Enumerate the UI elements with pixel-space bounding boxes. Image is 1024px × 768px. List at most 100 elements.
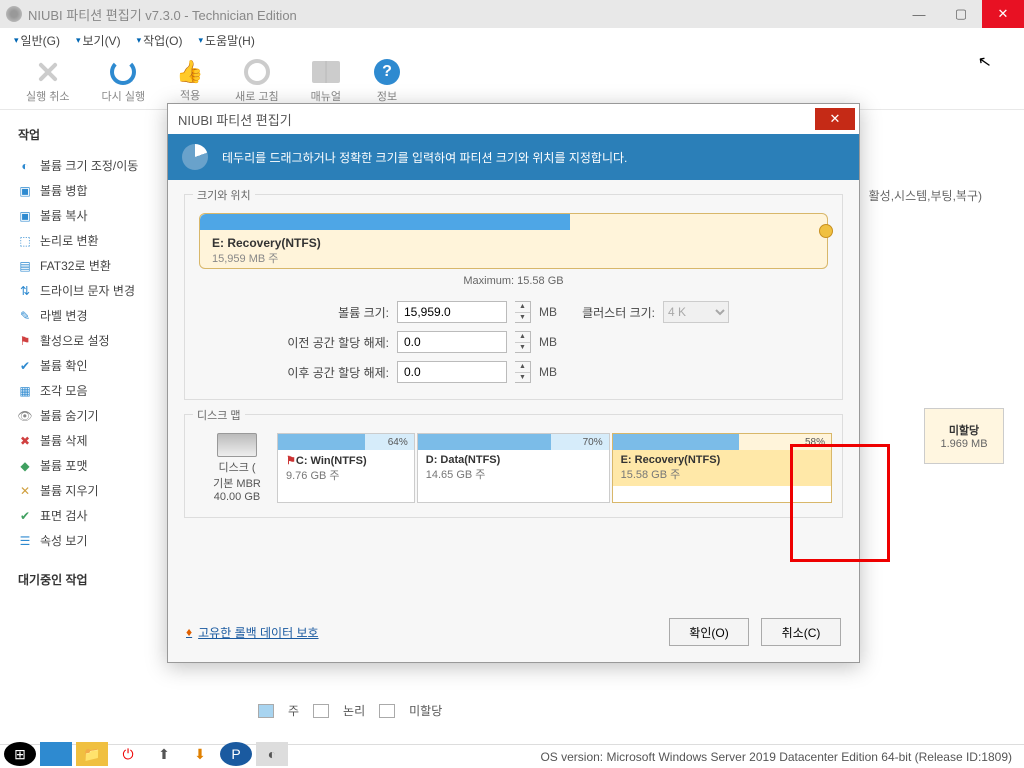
window-title: NIUBI 파티션 편집기 v7.3.0 - Technician Editio… bbox=[28, 5, 297, 24]
disk-map-partition-0[interactable]: 64%⚑C: Win(NTFS)9.76 GB 주 bbox=[277, 433, 415, 503]
sidebar-item-14[interactable]: ✔표면 검사 bbox=[18, 503, 142, 528]
sidebar-item-8[interactable]: ✔볼륨 확인 bbox=[18, 353, 142, 378]
slider-handle-right[interactable] bbox=[819, 224, 833, 238]
sidebar-icon: ☰ bbox=[18, 534, 32, 548]
manual-icon bbox=[312, 61, 340, 83]
task-icon-4[interactable]: ⬆ bbox=[148, 742, 180, 766]
task-icon-3[interactable]: ⏻ bbox=[112, 742, 144, 766]
redo-button[interactable]: 다시 실행 bbox=[102, 58, 146, 104]
dialog-close-button[interactable]: ✕ bbox=[815, 108, 855, 130]
menu-ops[interactable]: ▾작업(O) bbox=[137, 32, 183, 49]
sidebar-icon: ▦ bbox=[18, 384, 32, 398]
menu-view[interactable]: ▾보기(V) bbox=[76, 32, 121, 49]
sidebar-item-12[interactable]: ◆볼륨 포맷 bbox=[18, 453, 142, 478]
manual-button[interactable]: 매뉴얼 bbox=[311, 58, 341, 104]
sidebar-item-13[interactable]: ✕볼륨 지우기 bbox=[18, 478, 142, 503]
sidebar-icon: ⇅ bbox=[18, 284, 32, 298]
sidebar-item-2[interactable]: ▣볼륨 복사 bbox=[18, 203, 142, 228]
sidebar-item-7[interactable]: ⚑활성으로 설정 bbox=[18, 328, 142, 353]
sidebar-item-10[interactable]: 👁볼륨 숨기기 bbox=[18, 403, 142, 428]
sidebar: 작업 ◐볼륨 크기 조정/이동▣볼륨 병합▣볼륨 복사⬚논리로 변환▤FAT32… bbox=[0, 112, 160, 606]
fire-icon: ♦ bbox=[186, 625, 192, 639]
legend: 주 논리 미할당 bbox=[258, 702, 442, 719]
partition-slider[interactable]: E: Recovery(NTFS)15,959 MB 주 bbox=[199, 213, 828, 269]
disk-header[interactable]: 디스크 ( 기본 MBR 40.00 GB bbox=[199, 433, 275, 503]
redo-icon bbox=[110, 59, 136, 85]
sidebar-item-4[interactable]: ▤FAT32로 변환 bbox=[18, 253, 142, 278]
sidebar-icon: ▤ bbox=[18, 259, 32, 273]
pie-icon bbox=[182, 144, 208, 170]
close-button[interactable]: ✕ bbox=[982, 0, 1024, 28]
swatch-primary bbox=[258, 704, 274, 718]
space-before-spinner[interactable]: ▲▼ bbox=[515, 331, 531, 353]
task-icon-5[interactable]: ⬇ bbox=[184, 742, 216, 766]
disk-map-partition-1[interactable]: 70%D: Data(NTFS)14.65 GB 주 bbox=[417, 433, 610, 503]
toolbar: 실행 취소 다시 실행 적용 새로 고침 매뉴얼 ?정보 bbox=[0, 52, 1024, 110]
volume-size-spinner[interactable]: ▲▼ bbox=[515, 301, 531, 323]
sidebar-icon: ▣ bbox=[18, 209, 32, 223]
window-buttons: — ▢ ✕ bbox=[898, 0, 1024, 28]
sidebar-item-1[interactable]: ▣볼륨 병합 bbox=[18, 178, 142, 203]
swatch-unalloc bbox=[379, 704, 395, 718]
sidebar-icon: ✔ bbox=[18, 509, 32, 523]
undo-button[interactable]: 실행 취소 bbox=[26, 58, 70, 104]
cancel-button[interactable]: 취소(C) bbox=[761, 618, 841, 646]
disk-map-partition-2[interactable]: 58%E: Recovery(NTFS)15.58 GB 주 bbox=[612, 433, 832, 503]
maximize-button[interactable]: ▢ bbox=[940, 0, 982, 28]
dialog-footer: ♦ 고유한 롤백 데이터 보호 확인(O) 취소(C) bbox=[168, 618, 859, 646]
hdd-icon bbox=[217, 433, 257, 457]
sidebar-icon: ◐ bbox=[18, 159, 32, 173]
apply-button[interactable]: 적용 bbox=[177, 59, 203, 103]
sidebar-item-6[interactable]: ✎라벨 변경 bbox=[18, 303, 142, 328]
sidebar-icon: ✖ bbox=[18, 434, 32, 448]
sidebar-item-0[interactable]: ◐볼륨 크기 조정/이동 bbox=[18, 153, 142, 178]
menu-help[interactable]: ▾도움말(H) bbox=[199, 32, 255, 49]
cluster-size-select: 4 K bbox=[663, 301, 729, 323]
sidebar-ops-title: 작업 bbox=[18, 126, 142, 143]
bg-unallocated-partition[interactable]: 미할당 1.969 MB bbox=[924, 408, 1004, 464]
task-icon-6[interactable]: P bbox=[220, 742, 252, 766]
sidebar-item-15[interactable]: ☰속성 보기 bbox=[18, 528, 142, 553]
info-button[interactable]: ?정보 bbox=[373, 58, 401, 104]
resize-dialog: NIUBI 파티션 편집기 ✕ 테두리를 드래그하거나 정확한 크기를 입력하여… bbox=[167, 103, 860, 663]
refresh-button[interactable]: 새로 고침 bbox=[235, 58, 279, 104]
dialog-title: NIUBI 파티션 편집기 bbox=[178, 110, 292, 129]
sidebar-item-11[interactable]: ✖볼륨 삭제 bbox=[18, 428, 142, 453]
apply-icon bbox=[177, 59, 203, 85]
sidebar-icon: 👁 bbox=[18, 409, 32, 423]
taskbar: ⊞ 📁 ⏻ ⬆ ⬇ P ◐ bbox=[0, 740, 288, 768]
sidebar-item-3[interactable]: ⬚논리로 변환 bbox=[18, 228, 142, 253]
menu-general[interactable]: ▾일반(G) bbox=[14, 32, 60, 49]
start-icon[interactable]: ⊞ bbox=[4, 742, 36, 766]
dialog-titlebar: NIUBI 파티션 편집기 ✕ bbox=[168, 104, 859, 134]
task-icon-1[interactable] bbox=[40, 742, 72, 766]
info-icon: ? bbox=[374, 59, 400, 85]
status-os: OS version: Microsoft Windows Server 201… bbox=[540, 750, 1012, 764]
status-bar: ⊞ 📁 ⏻ ⬆ ⬇ P ◐ OS version: Microsoft Wind… bbox=[0, 744, 1024, 768]
volume-size-input[interactable] bbox=[397, 301, 507, 323]
sidebar-icon: ✔ bbox=[18, 359, 32, 373]
sidebar-icon: ✕ bbox=[18, 484, 32, 498]
menu-bar: ▾일반(G) ▾보기(V) ▾작업(O) ▾도움말(H) bbox=[0, 28, 1024, 52]
sidebar-icon: ◆ bbox=[18, 459, 32, 473]
sidebar-item-5[interactable]: ⇅드라이브 문자 변경 bbox=[18, 278, 142, 303]
minimize-button[interactable]: — bbox=[898, 0, 940, 28]
space-after-input[interactable] bbox=[397, 361, 507, 383]
sidebar-item-9[interactable]: ▦조각 모음 bbox=[18, 378, 142, 403]
undo-icon bbox=[34, 58, 62, 86]
ok-button[interactable]: 확인(O) bbox=[669, 618, 749, 646]
size-position-group: 크기와 위치 E: Recovery(NTFS)15,959 MB 주 Maxi… bbox=[184, 194, 843, 400]
sidebar-icon: ▣ bbox=[18, 184, 32, 198]
space-before-input[interactable] bbox=[397, 331, 507, 353]
bg-partition-flags: 활성,시스템,부팅,복구) bbox=[869, 187, 982, 204]
task-icon-2[interactable]: 📁 bbox=[76, 742, 108, 766]
sidebar-icon: ⚑ bbox=[18, 334, 32, 348]
swatch-logical bbox=[313, 704, 329, 718]
task-app-niubi[interactable]: ◐ bbox=[256, 742, 288, 766]
rollback-link[interactable]: ♦ 고유한 롤백 데이터 보호 bbox=[186, 624, 319, 641]
space-after-spinner[interactable]: ▲▼ bbox=[515, 361, 531, 383]
app-icon bbox=[6, 6, 22, 22]
refresh-icon bbox=[244, 59, 270, 85]
dialog-banner: 테두리를 드래그하거나 정확한 크기를 입력하여 파티션 크기와 위치를 지정합… bbox=[168, 134, 859, 180]
slider-max-label: Maximum: 15.58 GB bbox=[199, 275, 828, 287]
